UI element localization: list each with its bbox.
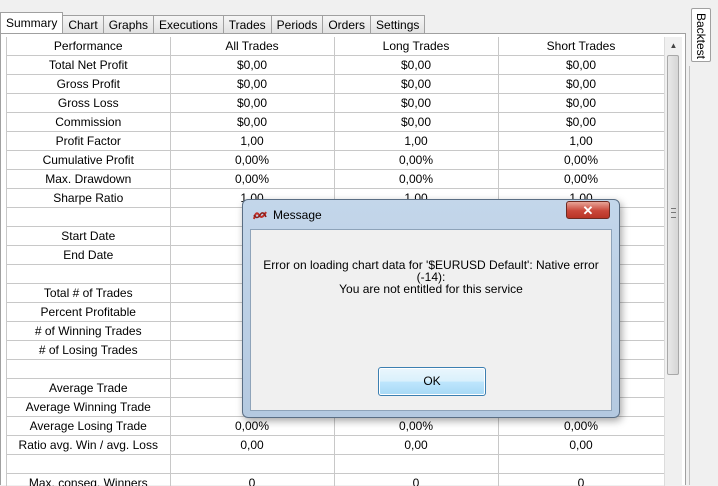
dialog-title: Message xyxy=(273,208,322,222)
vertical-scrollbar[interactable]: ▲ xyxy=(664,37,682,486)
grip-icon xyxy=(671,208,676,218)
metric-label: Total # of Trades xyxy=(7,284,170,303)
header-performance[interactable]: Performance xyxy=(7,37,170,56)
error-message-line-2: You are not entitled for this service xyxy=(251,283,611,295)
metric-value: 1,00 xyxy=(170,132,334,151)
metric-value: $0,00 xyxy=(334,56,498,75)
metric-value: 0 xyxy=(334,474,498,486)
tab-strip: SummaryChartGraphsExecutionsTradesPeriod… xyxy=(0,12,424,33)
metric-label: # of Losing Trades xyxy=(7,341,170,360)
error-message-line-1: Error on loading chart data for '$EURUSD… xyxy=(251,259,611,283)
metric-label xyxy=(7,455,170,474)
metric-value: $0,00 xyxy=(498,56,664,75)
metric-label: Sharpe Ratio xyxy=(7,189,170,208)
metric-value: 0,00% xyxy=(170,151,334,170)
metric-label: End Date xyxy=(7,246,170,265)
metric-value: $0,00 xyxy=(334,94,498,113)
metric-label xyxy=(7,265,170,284)
metric-value: 0,00% xyxy=(170,170,334,189)
tab-orders[interactable]: Orders xyxy=(322,15,371,33)
header-short-trades[interactable]: Short Trades xyxy=(498,37,664,56)
tab-backtest[interactable]: Backtest xyxy=(691,8,711,62)
metric-value: 0 xyxy=(498,474,664,486)
tab-settings[interactable]: Settings xyxy=(370,15,425,33)
metric-label xyxy=(7,208,170,227)
metric-label: Max. Drawdown xyxy=(7,170,170,189)
table-row: Cumulative Profit0,00%0,00%0,00% xyxy=(7,151,664,170)
ok-button[interactable]: OK xyxy=(378,367,486,396)
metric-label: Average Trade xyxy=(7,379,170,398)
metric-value: 0,00 xyxy=(334,436,498,455)
metric-label: Cumulative Profit xyxy=(7,151,170,170)
metric-value: $0,00 xyxy=(170,56,334,75)
metric-value: $0,00 xyxy=(170,75,334,94)
app-logo-icon xyxy=(253,209,267,221)
metric-label: Commission xyxy=(7,113,170,132)
table-row: Max. conseq. Winners000 xyxy=(7,474,664,486)
metric-value: 1,00 xyxy=(334,132,498,151)
metric-value: $0,00 xyxy=(498,75,664,94)
message-dialog: Message ✕ Error on loading chart data fo… xyxy=(242,199,620,418)
close-button[interactable]: ✕ xyxy=(566,201,610,219)
metric-value: 0,00 xyxy=(498,436,664,455)
table-row xyxy=(7,455,664,474)
metric-label: Average Losing Trade xyxy=(7,417,170,436)
metric-label: Percent Profitable xyxy=(7,303,170,322)
error-message: Error on loading chart data for '$EURUSD… xyxy=(251,259,611,295)
tab-graphs[interactable]: Graphs xyxy=(103,15,154,33)
table-row: Average Losing Trade0,00%0,00%0,00% xyxy=(7,417,664,436)
tab-trades[interactable]: Trades xyxy=(223,15,272,33)
table-row: Ratio avg. Win / avg. Loss0,000,000,00 xyxy=(7,436,664,455)
table-row: Profit Factor1,001,001,00 xyxy=(7,132,664,151)
metric-label: Profit Factor xyxy=(7,132,170,151)
tab-periods[interactable]: Periods xyxy=(271,15,324,33)
divider xyxy=(689,66,690,485)
metric-value: 0,00% xyxy=(334,151,498,170)
table-row: Gross Profit$0,00$0,00$0,00 xyxy=(7,75,664,94)
metric-value: $0,00 xyxy=(170,113,334,132)
header-all-trades[interactable]: All Trades xyxy=(170,37,334,56)
metric-label: Ratio avg. Win / avg. Loss xyxy=(7,436,170,455)
metric-value: 1,00 xyxy=(498,132,664,151)
table-row: Gross Loss$0,00$0,00$0,00 xyxy=(7,94,664,113)
tab-summary[interactable]: Summary xyxy=(0,12,63,33)
metric-label: Start Date xyxy=(7,227,170,246)
metric-value: $0,00 xyxy=(170,94,334,113)
metric-label: Total Net Profit xyxy=(7,56,170,75)
header-row: Performance All Trades Long Trades Short… xyxy=(7,37,664,56)
table-row: Commission$0,00$0,00$0,00 xyxy=(7,113,664,132)
metric-value: 0,00% xyxy=(498,417,664,436)
metric-value: $0,00 xyxy=(498,94,664,113)
metric-label: Gross Loss xyxy=(7,94,170,113)
metric-label: Max. conseq. Winners xyxy=(7,474,170,486)
metric-label: Gross Profit xyxy=(7,75,170,94)
metric-value xyxy=(498,455,664,474)
metric-value: 0 xyxy=(170,474,334,486)
metric-value: 0,00% xyxy=(334,417,498,436)
dialog-body: Error on loading chart data for '$EURUSD… xyxy=(250,229,612,411)
tab-backtest-label: Backtest xyxy=(694,13,708,59)
metric-label: # of Winning Trades xyxy=(7,322,170,341)
metric-value: 0,00% xyxy=(170,417,334,436)
metric-value xyxy=(334,455,498,474)
metric-value: $0,00 xyxy=(334,75,498,94)
header-long-trades[interactable]: Long Trades xyxy=(334,37,498,56)
scroll-up-arrow-icon[interactable]: ▲ xyxy=(665,37,682,54)
table-row: Max. Drawdown0,00%0,00%0,00% xyxy=(7,170,664,189)
metric-label: Average Winning Trade xyxy=(7,398,170,417)
metric-label xyxy=(7,360,170,379)
metric-value: 0,00% xyxy=(498,170,664,189)
metric-value: 0,00 xyxy=(170,436,334,455)
metric-value: 0,00% xyxy=(334,170,498,189)
tab-executions[interactable]: Executions xyxy=(153,15,224,33)
metric-value: $0,00 xyxy=(498,113,664,132)
tab-chart[interactable]: Chart xyxy=(62,15,103,33)
scrollbar-thumb[interactable] xyxy=(667,55,679,375)
metric-value: 0,00% xyxy=(498,151,664,170)
metric-value xyxy=(170,455,334,474)
metric-value: $0,00 xyxy=(334,113,498,132)
table-row: Total Net Profit$0,00$0,00$0,00 xyxy=(7,56,664,75)
